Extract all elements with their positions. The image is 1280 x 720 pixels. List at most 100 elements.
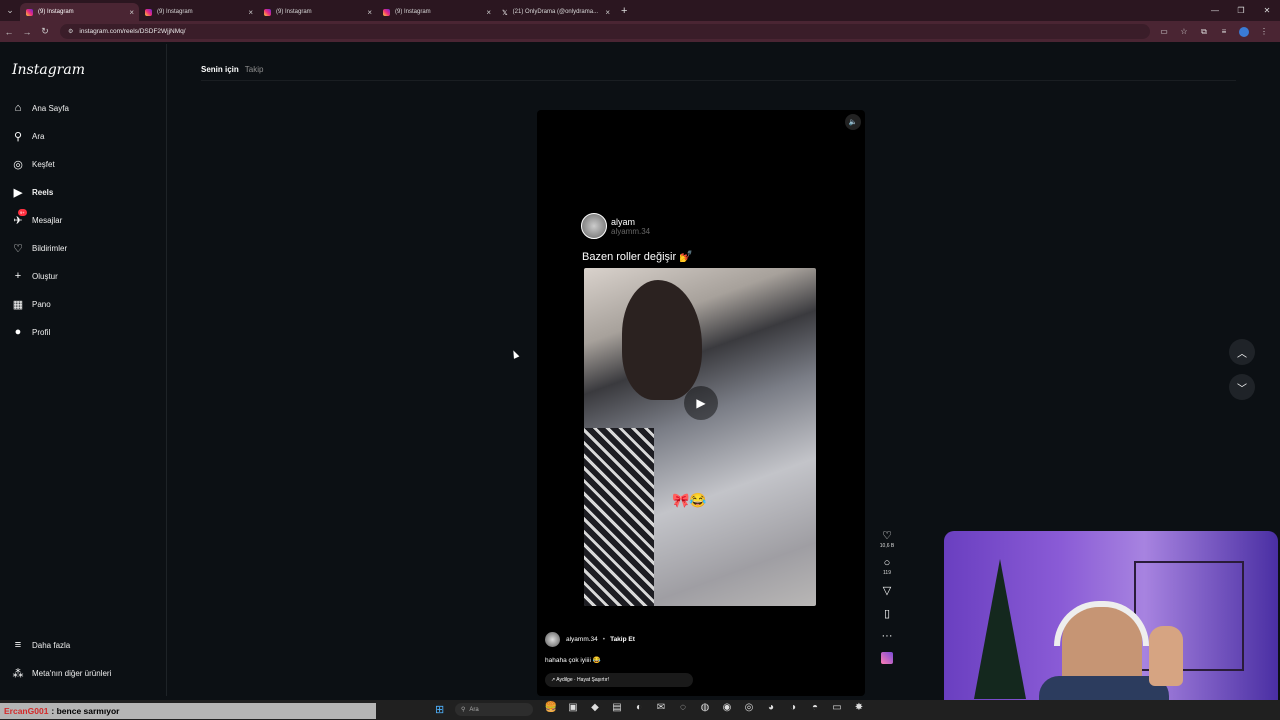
task-view-icon[interactable]: ▣ — [562, 702, 584, 713]
audio-link[interactable]: ↗ Aydilge · Hayat Şaşırtır! — [545, 673, 693, 687]
mouse-cursor — [510, 349, 520, 359]
instagram-favicon-icon — [264, 8, 271, 16]
url-field[interactable]: ⚙ instagram.com/reels/DSDF2WjjNMq/ — [60, 24, 1150, 39]
bookmark-star-icon[interactable]: ☆ — [1174, 27, 1194, 37]
whatsapp-icon[interactable]: ◌ — [672, 702, 694, 713]
more-options-button[interactable]: ··· — [882, 630, 893, 642]
reel-author-row: alyamm.34 • Takip Et — [545, 632, 635, 647]
tab-following[interactable]: Takip — [245, 65, 264, 74]
sidebar-item-reels[interactable]: ▶ Reels — [12, 182, 54, 202]
author-name[interactable]: alyamm.34 — [566, 636, 598, 643]
sticker-emoji: 🎀😂 — [672, 492, 707, 508]
sidebar-item-label: Bildirimler — [32, 243, 68, 253]
menu-icon[interactable]: ⋮ — [1254, 27, 1274, 37]
sidebar-item-notifications[interactable]: ♡ Bildirimler — [12, 238, 67, 258]
messenger-icon: ✈ 9+ — [13, 209, 27, 227]
chrome-icon[interactable]: ◍ — [694, 702, 716, 713]
tab-close-icon[interactable]: × — [248, 8, 253, 17]
sidebar-item-messages[interactable]: ✈ 9+ Mesajlar — [12, 209, 63, 230]
next-reel-button[interactable]: ﹀ — [1229, 374, 1255, 400]
sidebar-item-home[interactable]: ⌂ Ana Sayfa — [12, 98, 69, 118]
follow-button[interactable]: Takip Et — [610, 636, 635, 643]
sidebar-item-label: Pano — [32, 299, 51, 309]
taskbar-search[interactable]: ⚲ Ara — [455, 703, 533, 716]
file-explorer-icon[interactable]: ▤ — [606, 702, 628, 713]
share-button[interactable]: ▽ — [883, 584, 891, 597]
tab-close-icon[interactable]: × — [129, 8, 134, 17]
sidebar-item-search[interactable]: ⚲ Ara — [12, 126, 44, 146]
send-icon: ▽ — [882, 585, 892, 597]
sidebar-item-label: Daha fazla — [32, 640, 71, 650]
sidebar-item-label: Mesajlar — [32, 215, 63, 225]
cast-icon[interactable]: ▭ — [1154, 27, 1174, 37]
minimize-icon[interactable]: — — [1202, 6, 1228, 15]
volume-icon[interactable]: 🔈 — [845, 114, 861, 130]
tab-for-you[interactable]: Senin için — [201, 65, 239, 74]
sidebar-item-meta[interactable]: ⁂ Meta'nın diğer ürünleri — [12, 663, 112, 683]
game-icon[interactable]: ✸ — [848, 702, 870, 713]
close-window-icon[interactable]: ✕ — [1254, 6, 1280, 15]
chrome-profile-icon[interactable]: ◑ — [782, 702, 804, 713]
ccleaner-icon[interactable]: ◎ — [738, 702, 760, 713]
extensions-icon[interactable]: ⧉ — [1194, 27, 1214, 37]
tab-close-icon[interactable]: × — [605, 8, 610, 17]
instagram-logo[interactable]: Instagram — [12, 62, 85, 78]
feed-tabs: Senin için Takip — [201, 65, 263, 74]
browser-tab[interactable]: 𝕏 (21) OnlyDrama (@onlydrama... × — [496, 3, 615, 21]
site-info-icon[interactable]: ⚙ — [68, 28, 73, 35]
tab-search-icon[interactable]: ⌄ — [0, 0, 20, 21]
sidebar-item-more[interactable]: ≡ Daha fazla — [12, 635, 70, 655]
reel-player[interactable]: 🔈 alyam alyamm.34 Bazen roller değişir 💅… — [537, 110, 865, 696]
meta-apps-icon: ⁂ — [12, 667, 24, 680]
instagram-favicon-icon — [26, 8, 33, 16]
bookmark-icon: ▯ — [883, 608, 891, 620]
play-icon[interactable]: ▶ — [684, 386, 718, 420]
edge-icon[interactable]: ◐ — [628, 702, 650, 713]
home-icon: ⌂ — [14, 102, 22, 114]
tab-close-icon[interactable]: × — [367, 8, 372, 17]
avatar — [581, 213, 607, 239]
like-button[interactable]: ♡ 10,6 B — [880, 529, 894, 549]
steam-icon[interactable]: ◓ — [804, 702, 826, 713]
sidebar-item-create[interactable]: + Oluştur — [12, 266, 58, 286]
sidebar-item-explore[interactable]: ◎ Keşfet — [12, 154, 55, 174]
reel-actions: ♡ 10,6 B ○ 119 ▽ ▯ ··· — [878, 529, 896, 664]
profile-avatar[interactable] — [1239, 26, 1249, 37]
chat-text: : bence sarmıyor — [51, 706, 120, 716]
discord-icon[interactable]: ◕ — [760, 702, 782, 713]
mail-icon[interactable]: ✉ — [650, 702, 672, 713]
windows-start-icon[interactable]: ⊞ — [435, 703, 444, 716]
avatar[interactable] — [545, 632, 560, 647]
copilot-icon[interactable]: ◆ — [584, 702, 606, 713]
taskbar-apps: 🍔 ▣ ◆ ▤ ◐ ✉ ◌ ◍ ◉ ◎ ◕ ◑ ◓ ▭ ✸ — [540, 702, 870, 713]
reel-caption: hahaha çok iyiiii 😂 — [545, 657, 601, 664]
video-frame[interactable]: 🎀😂 ▶ — [584, 268, 816, 606]
comment-icon: ○ — [883, 557, 891, 569]
audio-thumbnail[interactable] — [881, 652, 893, 664]
comment-button[interactable]: ○ 119 — [883, 557, 891, 576]
forward-icon[interactable]: → — [18, 27, 36, 37]
tab-close-icon[interactable]: × — [486, 8, 491, 17]
tab-title: (9) Instagram — [395, 9, 431, 15]
save-button[interactable]: ▯ — [884, 607, 890, 620]
sidebar-item-profile[interactable]: ● Profil — [12, 322, 51, 342]
restore-icon[interactable]: ❐ — [1228, 6, 1254, 15]
spotify-icon[interactable]: ◉ — [716, 702, 738, 713]
waving-hand — [1149, 626, 1183, 686]
chevron-down-icon: ﹀ — [1237, 383, 1247, 395]
widget-icon[interactable]: 🍔 — [540, 702, 562, 713]
browser-tab[interactable]: (9) Instagram × — [139, 3, 258, 21]
browser-tab[interactable]: (9) Instagram × — [258, 3, 377, 21]
sidebar-item-dashboard[interactable]: ▦ Pano — [12, 294, 51, 314]
reading-list-icon[interactable]: ≡ — [1214, 27, 1234, 37]
browser-tab[interactable]: (9) Instagram × — [20, 3, 139, 21]
back-icon[interactable]: ← — [0, 27, 18, 37]
previous-reel-button[interactable]: ︿ — [1229, 339, 1255, 365]
new-tab-button[interactable]: + — [621, 5, 627, 17]
reload-icon[interactable]: ↻ — [36, 26, 54, 37]
reels-icon: ▶ — [13, 186, 23, 199]
hamburger-icon: ≡ — [14, 639, 22, 651]
reel-overlay-title: Bazen roller değişir 💅 — [582, 251, 693, 263]
browser-tab[interactable]: (9) Instagram × — [377, 3, 496, 21]
app-icon[interactable]: ▭ — [826, 702, 848, 713]
